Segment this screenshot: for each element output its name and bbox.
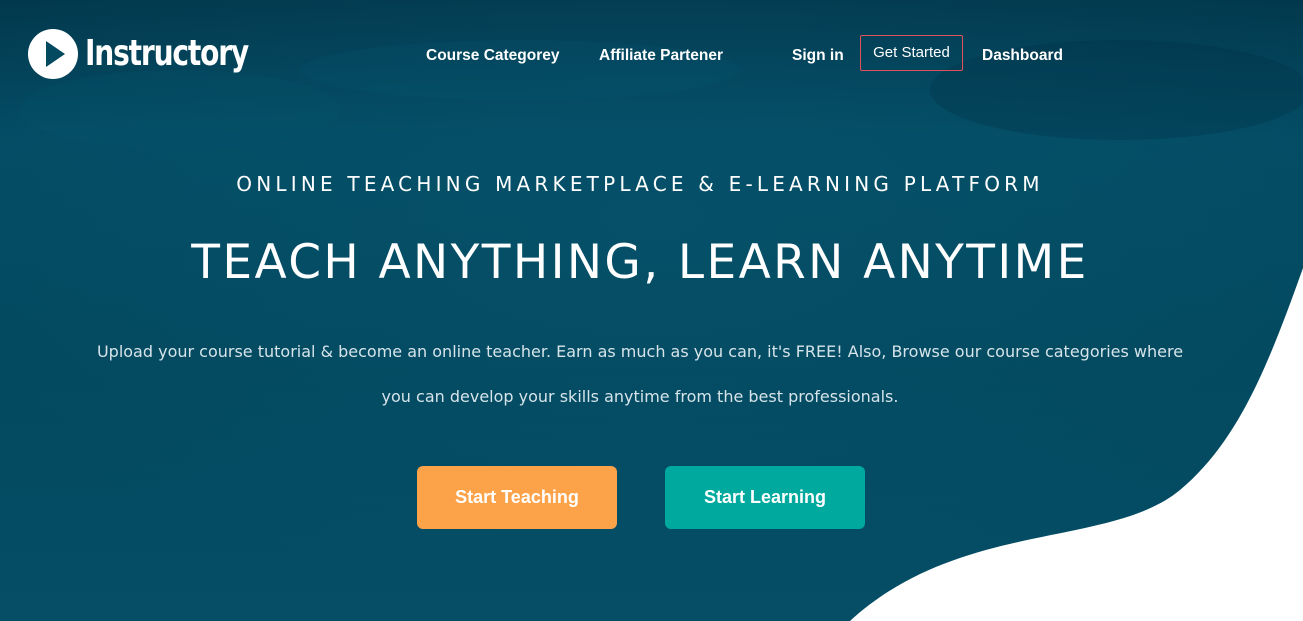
hero-description: Upload your course tutorial & become an … <box>96 342 1184 406</box>
landing-page: Instructory Course Categorey Affiliate P… <box>0 0 1303 621</box>
nav-sign-in[interactable]: Sign in <box>792 47 844 65</box>
play-circle-icon <box>28 29 78 79</box>
hero-headline: TEACH ANYTHING, LEARN ANYTIME <box>191 235 1089 290</box>
nav-dashboard[interactable]: Dashboard <box>982 47 1063 65</box>
get-started-button[interactable]: Get Started <box>860 35 963 71</box>
start-teaching-button[interactable]: Start Teaching <box>417 466 617 529</box>
start-learning-button[interactable]: Start Learning <box>665 466 865 529</box>
nav-affiliate-partner[interactable]: Affiliate Partener <box>599 47 723 65</box>
brand-logo[interactable]: Instructory <box>27 28 294 80</box>
hero-background <box>0 0 1303 621</box>
hero-eyebrow: ONLINE TEACHING MARKETPLACE & E-LEARNING… <box>236 172 1044 196</box>
brand-name: Instructory <box>85 33 249 74</box>
nav-course-category[interactable]: Course Categorey <box>426 47 560 65</box>
